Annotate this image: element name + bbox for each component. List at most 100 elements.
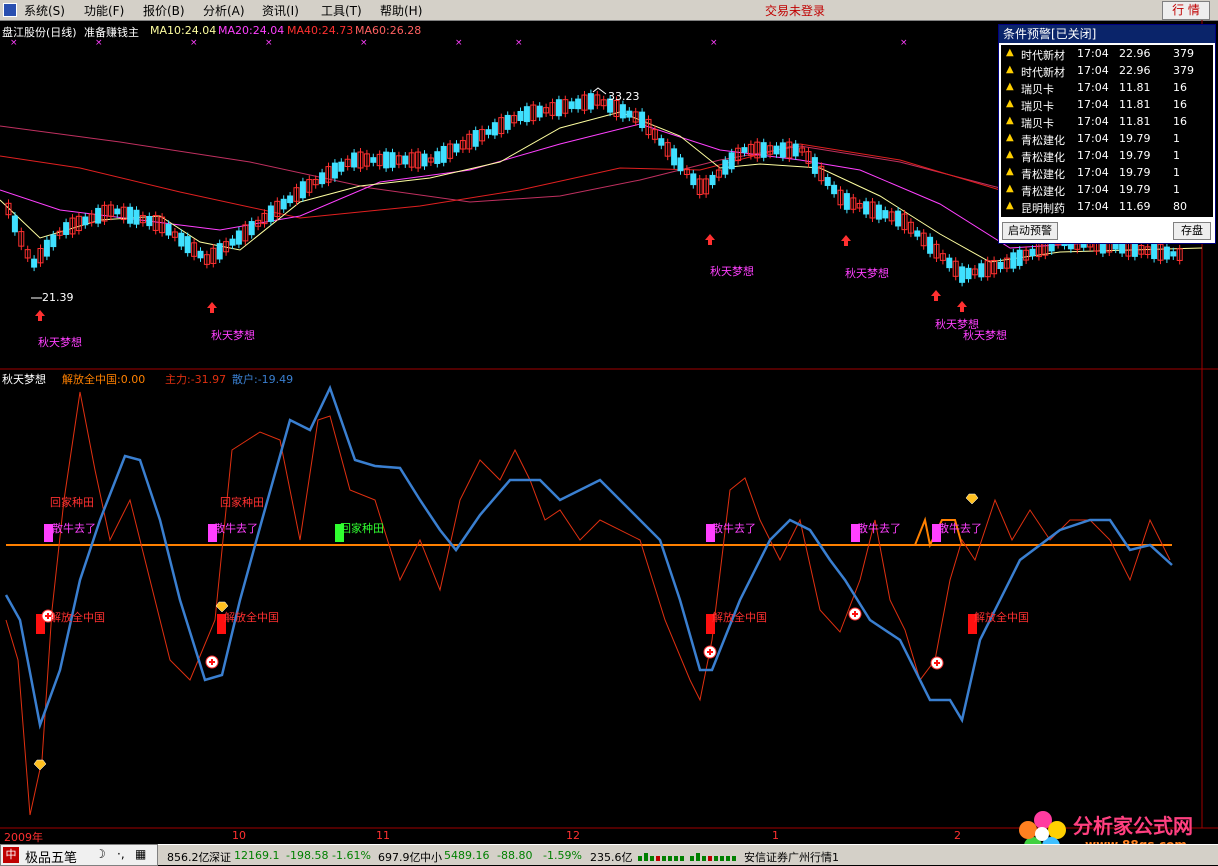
candle-body — [677, 157, 684, 172]
huijia-label: 回家种田 — [50, 496, 94, 509]
alert-volume: 379 — [1173, 47, 1194, 60]
alert-list[interactable]: ▲ 时代新材 17:04 22.96 379 ▲ 时代新材 17:04 22.96 379 ▲ 瑞贝卡… — [1001, 45, 1213, 217]
huijia-label: 回家种田 — [220, 496, 264, 509]
save-button[interactable]: 存盘 — [1173, 222, 1211, 240]
jiefang-label: 解放全中国 — [50, 611, 105, 624]
candle-body — [82, 216, 89, 226]
alert-stock-name: 瑞贝卡 — [1021, 100, 1054, 113]
alert-row[interactable]: ▲ 青松建化 17:04 19.79 1 — [1001, 130, 1211, 147]
status-bar: 856.2亿 深证 12169.1 -198.58 -1.61% 697.9亿 … — [0, 844, 1218, 865]
sz-change: -198.58 — [286, 849, 329, 862]
punctuation-icon[interactable]: ·, — [117, 847, 125, 861]
candle-body — [978, 263, 985, 278]
candle-body — [453, 143, 460, 153]
alert-volume: 379 — [1173, 64, 1194, 77]
alert-row[interactable]: ▲ 青松建化 17:04 19.79 1 — [1001, 181, 1211, 198]
candle-body — [338, 161, 345, 172]
candle-body — [555, 99, 562, 117]
alert-arrow-icon: ▲ — [1006, 166, 1014, 177]
alert-row[interactable]: ▲ 昆明制药 17:04 11.69 80 — [1001, 198, 1211, 215]
ma20-label: MA20:24.04 — [218, 24, 285, 37]
diamond-icon — [33, 759, 47, 771]
candle-body — [63, 222, 70, 235]
high-price-label: 33.23 — [608, 90, 640, 103]
candle-body — [773, 145, 780, 155]
ime-name[interactable]: 极品五笔 — [25, 847, 77, 866]
sz-index: 12169.1 — [234, 849, 280, 862]
ime-toolbar[interactable]: 中 极品五笔 ☽ ·, ▦ — [0, 844, 158, 866]
menu-help[interactable]: 帮助(H) — [380, 2, 422, 19]
candle-body — [127, 206, 134, 224]
alert-price: 22.96 — [1119, 47, 1151, 60]
alert-panel-title[interactable]: 条件预警[已关闭] — [999, 25, 1215, 43]
menu-tools[interactable]: 工具(T) — [321, 2, 362, 19]
alert-row[interactable]: ▲ 青松建化 17:04 19.79 1 — [1001, 147, 1211, 164]
candle-body — [472, 130, 479, 147]
candle-body — [229, 238, 236, 246]
candle-body — [178, 232, 185, 247]
alert-price: 11.69 — [1119, 200, 1151, 213]
candle-body — [875, 204, 882, 220]
login-status[interactable]: 交易未登录 — [765, 2, 825, 19]
broker-name: 安信证券广州行情1 — [744, 851, 839, 864]
alert-volume: 16 — [1173, 115, 1187, 128]
candle-body — [267, 205, 274, 222]
alert-arrow-icon: ▲ — [1006, 200, 1014, 211]
diamond-icon — [965, 493, 979, 505]
candle-body — [184, 236, 191, 254]
alert-price: 22.96 — [1119, 64, 1151, 77]
candle-body — [491, 122, 498, 136]
alert-volume: 1 — [1173, 183, 1180, 196]
menu-system[interactable]: 系统(S) — [24, 2, 65, 19]
sanhu-line — [4, 384, 1173, 730]
stock-title: 盘江股份(日线) — [2, 26, 77, 39]
candle-body — [671, 148, 678, 166]
alert-row[interactable]: ▲ 瑞贝卡 17:04 11.81 16 — [1001, 79, 1211, 96]
menu-analysis[interactable]: 分析(A) — [203, 2, 245, 19]
candle-body — [95, 207, 102, 224]
alert-row[interactable]: ▲ 瑞贝卡 17:04 11.81 16 — [1001, 96, 1211, 113]
quote-button[interactable]: 行 情 — [1162, 1, 1210, 20]
date-tick: 1 — [772, 829, 779, 842]
marker-dot: × — [710, 38, 718, 48]
sanhu-value: 散户:-19.49 — [232, 373, 294, 386]
jiefang-label: 解放全中国 — [224, 611, 279, 624]
jiefang-label: 解放全中国 — [974, 611, 1029, 624]
candle-body — [568, 101, 575, 109]
candle-body — [895, 210, 902, 227]
sanniu-label: 散牛去了 — [214, 522, 258, 535]
candle-body — [50, 234, 57, 248]
candle-body — [523, 106, 530, 123]
zx-amount: 235.6亿 — [590, 851, 633, 864]
alert-row[interactable]: ▲ 时代新材 17:04 22.96 379 — [1001, 62, 1211, 79]
keyboard-icon[interactable]: ▦ — [135, 847, 146, 861]
start-alert-button[interactable]: 启动预警 — [1002, 222, 1058, 240]
sanniu-label: 散牛去了 — [857, 522, 901, 535]
menu-info[interactable]: 资讯(I) — [262, 2, 299, 19]
alert-row[interactable]: ▲ 青松建化 17:04 19.79 1 — [1001, 164, 1211, 181]
date-tick: 2009年 — [4, 831, 43, 844]
date-axis: 2009年 10 11 12 1 2 — [0, 828, 1000, 844]
candle-body — [792, 143, 799, 157]
candle-body — [370, 157, 377, 163]
candle-body — [811, 157, 818, 174]
candle-body — [351, 152, 358, 168]
candle-body — [536, 105, 543, 118]
candle-body — [504, 114, 511, 130]
menu-function[interactable]: 功能(F) — [84, 2, 124, 19]
alert-row[interactable]: ▲ 时代新材 17:04 22.96 379 — [1001, 45, 1211, 62]
candle-body — [882, 210, 889, 219]
alert-row[interactable]: ▲ 瑞贝卡 17:04 11.81 16 — [1001, 113, 1211, 130]
alert-arrow-icon: ▲ — [1006, 64, 1014, 75]
candle-body — [831, 184, 838, 195]
candle-body — [914, 230, 921, 237]
candle-body — [709, 174, 716, 186]
ma60-label: MA60:26.28 — [355, 24, 422, 37]
moon-icon[interactable]: ☽ — [95, 847, 106, 861]
alert-volume: 16 — [1173, 81, 1187, 94]
menu-quote[interactable]: 报价(B) — [143, 2, 185, 19]
marker-dot: × — [455, 38, 463, 48]
sanniu-label: 散牛去了 — [712, 522, 756, 535]
candle-body — [863, 201, 870, 215]
alert-volume: 1 — [1173, 149, 1180, 162]
